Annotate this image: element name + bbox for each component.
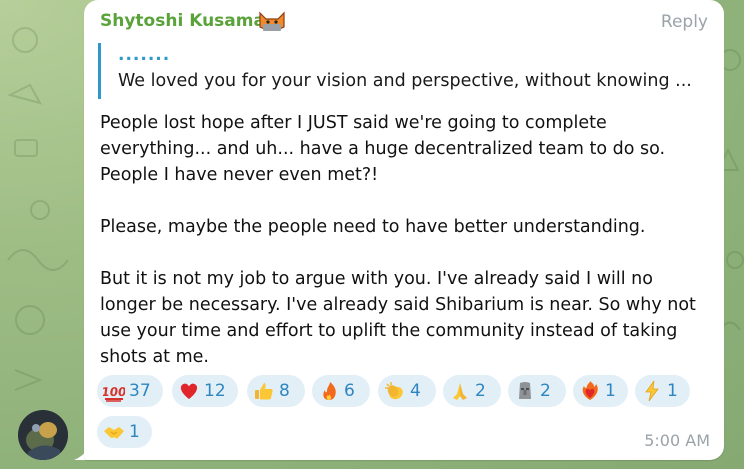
cat-emoji-status-icon (259, 11, 285, 31)
reaction-count: 8 (279, 381, 290, 401)
reaction-count: 1 (129, 422, 140, 442)
reaction-heart-on-fire[interactable]: 1 (573, 375, 628, 407)
folded-hands-icon (453, 383, 467, 400)
reaction-count: 6 (344, 381, 355, 401)
reaction-count: 2 (475, 381, 486, 401)
sender-avatar[interactable] (18, 410, 68, 460)
reaction-folded-hands[interactable]: 2 (443, 375, 501, 407)
heart-on-fire-icon (582, 381, 598, 400)
reaction-count: 37 (129, 381, 151, 401)
reply-button[interactable]: Reply (661, 12, 708, 32)
moai-icon (519, 382, 531, 399)
reaction-lightning[interactable]: 1 (635, 375, 690, 407)
sender-name[interactable]: Shytoshi Kusama (100, 11, 265, 31)
reaction-count: 1 (667, 381, 678, 401)
message-paragraph: Please, maybe the people need to have be… (100, 217, 646, 237)
reaction-count: 2 (540, 381, 551, 401)
reaction-fire[interactable]: 6 (312, 375, 370, 407)
quote-author: ....... (118, 45, 171, 65)
reaction-handshake[interactable]: 1 (97, 416, 152, 448)
quoted-message[interactable]: ....... We loved you for your vision and… (98, 43, 698, 99)
quote-text: We loved you for your vision and perspec… (118, 71, 692, 91)
reaction-count: 12 (204, 381, 226, 401)
message-text: People lost hope after I JUST said we're… (100, 110, 710, 370)
message-bubble[interactable]: Shytoshi Kusama Reply ....... We loved y… (84, 0, 724, 460)
reaction-red-heart[interactable]: 12 (172, 375, 238, 407)
thumbs-up-icon (255, 383, 273, 400)
reaction-count: 4 (410, 381, 421, 401)
fire-icon (323, 382, 336, 400)
reaction-thumbs-up[interactable]: 8 (247, 375, 305, 407)
reaction-hundred-points[interactable]: 100 37 (97, 375, 163, 407)
lightning-icon (645, 380, 659, 402)
clapping-hands-icon (385, 382, 403, 400)
message-paragraph: People lost hope after I JUST said we're… (100, 113, 666, 185)
handshake-icon (104, 427, 124, 439)
hundred-points-icon: 100 (103, 385, 125, 402)
reaction-count: 1 (605, 381, 616, 401)
reaction-clapping-hands[interactable]: 4 (378, 375, 436, 407)
reaction-moai[interactable]: 2 (508, 375, 566, 407)
red-heart-icon (180, 383, 198, 399)
message-paragraph: But it is not my job to argue with you. … (100, 269, 696, 367)
message-timestamp: 5:00 AM (644, 431, 710, 450)
svg-text:100: 100 (103, 385, 125, 399)
avatar-image (18, 410, 68, 460)
